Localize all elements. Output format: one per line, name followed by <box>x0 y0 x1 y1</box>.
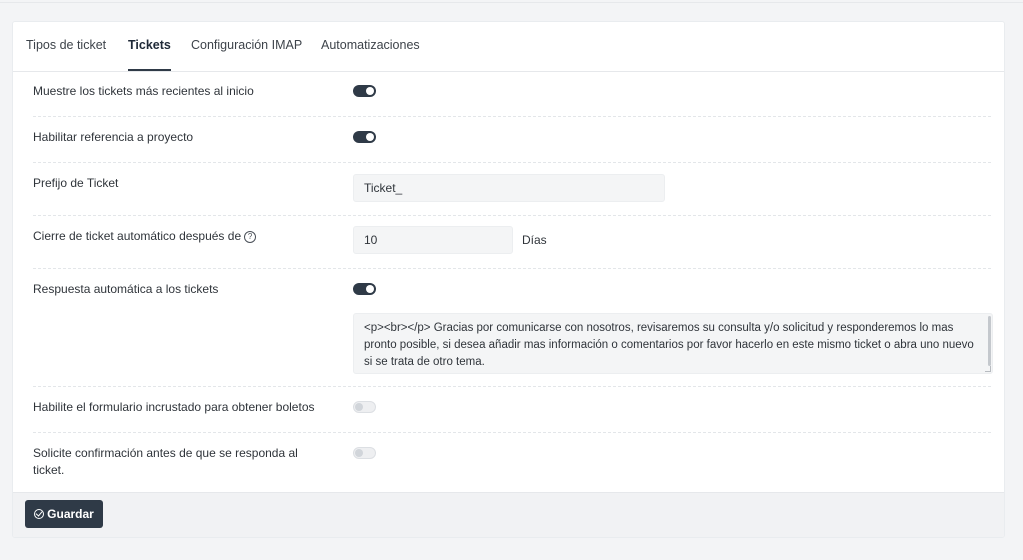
setting-row-auto-close: Cierre de ticket automático después de? … <box>33 215 991 269</box>
auto-reply-label: Respuesta automática a los tickets <box>33 282 219 296</box>
project-reference-label: Habilitar referencia a proyecto <box>33 130 194 144</box>
tab-tickets[interactable]: Tickets <box>128 22 171 71</box>
save-button[interactable]: Guardar <box>25 500 103 528</box>
setting-row-project-reference: Habilitar referencia a proyecto <box>33 116 991 163</box>
top-divider <box>0 2 1023 3</box>
auto-reply-message-text: <p><br></p> Gracias por comunicarse con … <box>364 322 974 368</box>
recent-first-toggle[interactable] <box>353 85 376 97</box>
ticket-prefix-label: Prefijo de Ticket <box>33 176 119 190</box>
auto-close-unit: Días <box>522 233 547 247</box>
embedded-form-label: Habilite el formulario incrustado para o… <box>33 400 315 414</box>
auto-close-label: Cierre de ticket automático después de? <box>33 228 257 245</box>
tab-automations[interactable]: Automatizaciones <box>321 22 420 71</box>
textarea-resize-handle[interactable] <box>985 366 991 372</box>
auto-close-days-input[interactable] <box>353 226 513 254</box>
question-circle-icon[interactable]: ? <box>244 231 257 243</box>
recent-first-label: Muestre los tickets más recientes al ini… <box>33 84 254 98</box>
auto-reply-toggle[interactable] <box>353 283 376 295</box>
setting-row-ticket-prefix: Prefijo de Ticket <box>33 162 991 216</box>
project-reference-toggle[interactable] <box>353 131 376 143</box>
setting-row-auto-reply: Respuesta automática a los tickets <p><b… <box>33 268 993 387</box>
form-footer: Guardar <box>13 492 1004 537</box>
auto-close-label-text: Cierre de ticket automático después de <box>33 229 242 243</box>
ticket-prefix-input[interactable] <box>353 174 665 202</box>
save-button-label: Guardar <box>47 507 94 521</box>
tab-bar: Tipos de ticket Tickets Configuración IM… <box>13 22 1004 72</box>
confirm-before-reply-toggle[interactable] <box>353 447 376 459</box>
confirm-before-reply-label: Solicite confirmación antes de que se re… <box>33 446 298 477</box>
setting-row-recent-first: Muestre los tickets más recientes al ini… <box>33 71 991 117</box>
setting-row-embedded-form: Habilite el formulario incrustado para o… <box>33 386 991 433</box>
textarea-scrollbar[interactable] <box>988 316 991 366</box>
setting-row-confirm-before-reply: Solicite confirmación antes de que se re… <box>33 432 991 494</box>
tab-imap-settings[interactable]: Configuración IMAP <box>191 22 302 71</box>
settings-card: Tipos de ticket Tickets Configuración IM… <box>12 21 1005 538</box>
embedded-form-toggle[interactable] <box>353 401 376 413</box>
tab-ticket-types[interactable]: Tipos de ticket <box>26 22 106 71</box>
check-circle-icon <box>34 509 45 519</box>
auto-reply-message-textarea[interactable]: <p><br></p> Gracias por comunicarse con … <box>353 313 993 374</box>
